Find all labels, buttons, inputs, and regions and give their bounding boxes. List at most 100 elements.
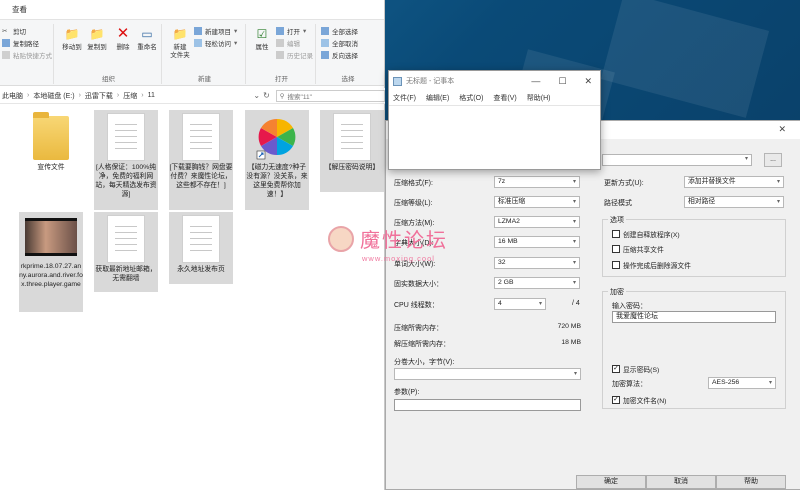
menu-view[interactable]: 查看(V) <box>493 93 516 103</box>
paste-icon <box>2 51 10 59</box>
shared-label: 压缩共享文件 <box>623 247 664 254</box>
level-select[interactable]: 标准压缩 ▾ <box>494 196 580 208</box>
new-item-button[interactable]: 新建项目 ▾ <box>194 26 237 36</box>
breadcrumb-item[interactable]: 11 <box>148 92 155 99</box>
easy-access-button[interactable]: 轻松访问 ▾ <box>194 38 237 48</box>
clipboard-group: ✂ 剪切 复制路径 粘贴快捷方式 <box>0 24 54 84</box>
threads-total: / 4 <box>572 300 580 307</box>
path-mode-select[interactable]: 相对路径 ▾ <box>684 196 784 208</box>
dropdown-icon[interactable]: ⌄ <box>253 91 260 100</box>
properties-icon: ☑ <box>256 27 268 41</box>
show-password-checkbox[interactable]: ✓ 显示密码(S) <box>612 364 659 374</box>
encrypt-names-checkbox[interactable]: ✓ 加密文件名(N) <box>612 395 666 405</box>
threads-value: 4 <box>498 300 502 307</box>
encryption-title: 加密 <box>608 287 626 297</box>
chevron-down-icon: ▾ <box>768 380 772 386</box>
file-item-doc[interactable]: [下载要胸钱？网盘要付费？来魔性论坛，这些都不存在！] <box>169 110 233 210</box>
refresh-icon[interactable]: ↻ <box>263 91 270 100</box>
delete-x-icon: ✕ <box>116 25 130 42</box>
properties-button[interactable]: ☑ 属性 <box>249 26 275 52</box>
search-placeholder: 搜索"11" <box>287 93 312 101</box>
encryption-method-label: 加密算法： <box>612 381 647 388</box>
file-item-doc[interactable]: 永久地址发布页 <box>169 212 233 284</box>
invert-selection-button[interactable]: 反向选择 <box>321 50 358 60</box>
move-folder-icon: 📁 <box>64 27 80 41</box>
menu-format[interactable]: 格式(O) <box>459 93 483 103</box>
menu-edit[interactable]: 编辑(E) <box>426 93 449 103</box>
ok-button[interactable]: 确定 <box>576 475 646 489</box>
archive-path-combobox[interactable]: ▾ <box>602 154 752 166</box>
file-item-doc[interactable]: 【解压密码说明】 <box>320 110 384 192</box>
close-icon[interactable]: ✕ <box>584 76 592 87</box>
breadcrumb-item[interactable]: 迅雷下载 <box>85 91 113 101</box>
sfx-checkbox[interactable]: 创建自释放程序(X) <box>612 229 680 239</box>
solid-select[interactable]: 2 GB ▾ <box>494 277 580 289</box>
new-folder-button[interactable]: 📁 新建 文件夹 <box>167 26 193 60</box>
update-select[interactable]: 添加并替换文件 ▾ <box>684 176 784 188</box>
threads-select[interactable]: 4 ▾ <box>494 298 546 310</box>
add-to-archive-dialog: ✕ ▾ ... 压缩格式(F): 7z ▾ 压缩等级(L): 标准压缩 ▾ 压缩方法… <box>385 120 800 490</box>
browse-button[interactable]: ... <box>764 153 782 167</box>
history-button[interactable]: 历史记录 <box>276 50 313 60</box>
password-input[interactable]: 我爱魔性论坛 <box>612 311 776 323</box>
file-item-folder[interactable]: 宣传文件 <box>19 112 83 182</box>
notepad-icon <box>393 76 402 86</box>
format-select[interactable]: 7z ▾ <box>494 176 580 188</box>
split-select[interactable]: ▾ <box>394 368 581 380</box>
menu-help[interactable]: 帮助(H) <box>527 93 551 103</box>
delete-label: 删除 <box>116 44 130 51</box>
delete-button[interactable]: ✕ 删除 <box>110 26 136 52</box>
minimize-icon[interactable]: — <box>531 76 540 87</box>
dict-select[interactable]: 16 MB ▾ <box>494 236 580 248</box>
file-item-doc[interactable]: [人格保证：100%纯净，免费的福利网站，每天精选发布资源] <box>94 110 158 210</box>
rename-button[interactable]: ▭ 重命名 <box>134 26 160 52</box>
file-item-shortcut[interactable]: 【磁力无速度?种子没有源？没关系，来这里免费帮你加速！】 <box>245 110 309 210</box>
scissors-icon: ✂ <box>2 28 8 35</box>
file-name: [下载要胸钱？网盘要付费？来魔性论坛，这些都不存在！] <box>169 164 233 189</box>
method-select[interactable]: LZMA2 ▾ <box>494 216 580 228</box>
chevron-right-icon: › <box>78 92 81 99</box>
file-item-video[interactable]: rkprime.18.07.27.anny.aurora.and.river.f… <box>19 212 83 312</box>
breadcrumb[interactable]: 此电脑 › 本地磁盘 (E:) › 迅雷下载 › 压缩 › 11 <box>0 91 251 101</box>
password-label: 输入密码： <box>612 303 647 310</box>
format-value: 7z <box>498 178 506 185</box>
paste-shortcut-button[interactable]: 粘贴快捷方式 <box>2 50 52 60</box>
maximize-icon[interactable]: ☐ <box>558 76 566 87</box>
tab-view[interactable]: 查看 <box>12 4 27 15</box>
move-to-button[interactable]: 📁 移动到 <box>59 26 85 52</box>
chevron-right-icon: › <box>116 92 120 99</box>
copy-to-button[interactable]: 📁 复制到 <box>84 26 110 52</box>
shared-checkbox[interactable]: 压缩共享文件 <box>612 244 664 254</box>
cut-button[interactable]: ✂ 剪切 <box>2 26 26 36</box>
cancel-button[interactable]: 取消 <box>646 475 716 489</box>
params-label: 参数(P): <box>394 389 420 396</box>
select-all-button[interactable]: 全部选择 <box>321 26 358 36</box>
organize-group: 📁 移动到 📁 复制到 ✕ 删除 ▭ 重命名 组织 <box>56 24 162 84</box>
sfx-label: 创建自释放程序(X) <box>623 232 680 239</box>
edit-button[interactable]: 编辑 <box>276 38 300 48</box>
checkbox-checked: ✓ <box>612 396 620 404</box>
easy-access-icon <box>194 39 202 47</box>
level-label: 压缩等级(L): <box>394 200 433 207</box>
text-file-icon <box>107 215 145 263</box>
delete-after-checkbox[interactable]: 操作完成后删除源文件 <box>612 260 691 270</box>
search-box[interactable]: ⚲ 搜索"11" <box>275 89 385 102</box>
breadcrumb-item[interactable]: 本地磁盘 (E:) <box>33 91 74 101</box>
word-select[interactable]: 32 ▾ <box>494 257 580 269</box>
notepad-text-area[interactable] <box>389 105 600 169</box>
rename-icon: ▭ <box>141 27 153 41</box>
select-none-button[interactable]: 全部取消 <box>321 38 358 48</box>
notepad-window: 无标题 - 记事本 — ☐ ✕ 文件(F) 编辑(E) 格式(O) 查看(V) … <box>388 70 601 170</box>
encryption-method-value: AES-256 <box>712 379 740 386</box>
close-icon[interactable]: ✕ <box>778 124 786 135</box>
chevron-down-icon: ▾ <box>573 371 577 377</box>
breadcrumb-item[interactable]: 此电脑 <box>2 91 23 101</box>
params-input[interactable] <box>394 399 581 411</box>
file-item-doc[interactable]: 获取最新地址邮箱，无需翻墙 <box>94 212 158 292</box>
help-button[interactable]: 帮助 <box>716 475 786 489</box>
copy-path-button[interactable]: 复制路径 <box>2 38 39 48</box>
menu-file[interactable]: 文件(F) <box>393 93 416 103</box>
breadcrumb-item[interactable]: 压缩 <box>123 91 137 101</box>
encryption-method-select[interactable]: AES-256 ▾ <box>708 377 776 389</box>
open-button[interactable]: 打开 ▾ <box>276 26 306 36</box>
